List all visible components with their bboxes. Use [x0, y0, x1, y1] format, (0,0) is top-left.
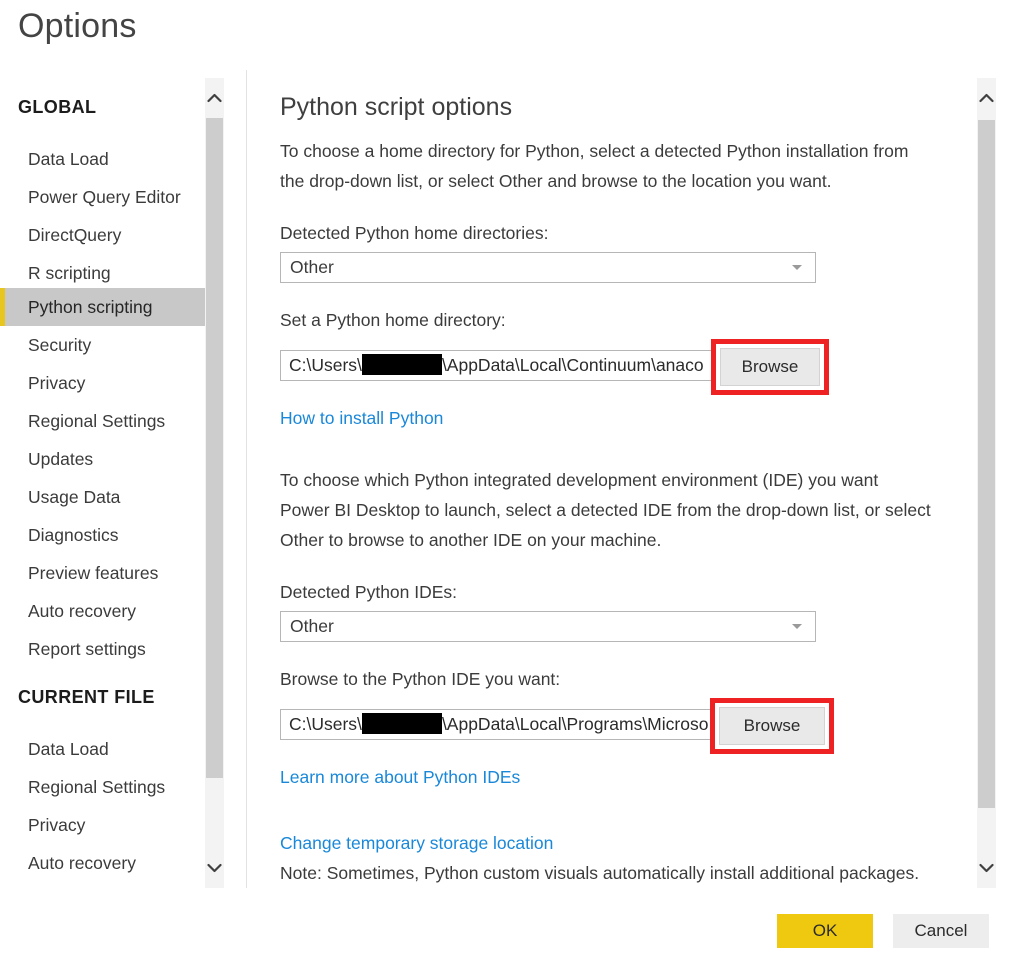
chevron-down-icon	[792, 265, 802, 270]
detected-home-directories-label: Detected Python home directories:	[280, 220, 962, 246]
sidebar-item-updates[interactable]: Updates	[0, 440, 205, 478]
home-directory-input[interactable]: C:\Users\ \AppData\Local\Continuum\anaco	[280, 350, 720, 381]
ok-button[interactable]: OK	[777, 914, 873, 948]
section-spacer	[262, 790, 962, 812]
browse-ide-button[interactable]: Browse	[719, 707, 825, 745]
browse-python-ide-label: Browse to the Python IDE you want:	[280, 666, 962, 692]
sidebar-item-preview-features[interactable]: Preview features	[0, 554, 205, 592]
temporary-storage-note: Note: Sometimes, Python custom visuals a…	[280, 858, 932, 888]
sidebar-group-header-current-file: CURRENT FILE	[0, 687, 155, 708]
sidebar-item-cf-auto-recovery[interactable]: Auto recovery	[0, 844, 205, 882]
sidebar-item-regional-settings[interactable]: Regional Settings	[0, 402, 205, 440]
sidebar-group-header-global: GLOBAL	[0, 97, 96, 118]
sidebar-item-power-query-editor[interactable]: Power Query Editor	[0, 178, 205, 216]
ide-path-prefix: C:\Users\	[289, 714, 362, 734]
change-temporary-storage-location-link[interactable]: Change temporary storage location	[280, 830, 553, 856]
sidebar-item-python-scripting[interactable]: Python scripting	[0, 288, 205, 326]
sidebar-scrollbar[interactable]	[205, 78, 224, 888]
ide-path-suffix: \AppData\Local\Programs\Microso	[442, 714, 709, 734]
browse-home-highlight-box: Browse	[711, 339, 829, 395]
sidebar-item-diagnostics[interactable]: Diagnostics	[0, 516, 205, 554]
chevron-down-icon[interactable]	[205, 848, 224, 888]
home-path-prefix: C:\Users\	[289, 355, 362, 375]
sidebar-item-directquery[interactable]: DirectQuery	[0, 216, 205, 254]
redaction-box	[362, 354, 442, 375]
content-title: Python script options	[280, 90, 962, 124]
browse-home-button[interactable]: Browse	[720, 348, 820, 386]
detected-python-ides-value: Other	[290, 612, 334, 641]
chevron-up-icon[interactable]	[205, 78, 224, 118]
sidebar-item-cf-data-load[interactable]: Data Load	[0, 730, 205, 768]
sidebar-item-data-load[interactable]: Data Load	[0, 140, 205, 178]
sidebar-divider	[246, 70, 247, 888]
dialog-footer: OK Cancel	[0, 888, 1024, 955]
cancel-button[interactable]: Cancel	[893, 914, 989, 948]
home-directory-description: To choose a home directory for Python, s…	[280, 136, 932, 196]
sidebar-item-cf-regional-settings[interactable]: Regional Settings	[0, 768, 205, 806]
chevron-up-icon[interactable]	[977, 78, 996, 118]
chevron-down-icon	[792, 624, 802, 629]
ide-path-input[interactable]: C:\Users\ \AppData\Local\Programs\Microso	[280, 709, 720, 740]
redaction-box	[362, 713, 442, 734]
detected-python-ides-label: Detected Python IDEs:	[280, 579, 962, 605]
sidebar-item-cf-privacy[interactable]: Privacy	[0, 806, 205, 844]
sidebar-item-security[interactable]: Security	[0, 326, 205, 364]
page-title: Options	[18, 4, 137, 48]
learn-more-python-ides-link[interactable]: Learn more about Python IDEs	[280, 764, 520, 790]
chevron-down-icon[interactable]	[977, 848, 996, 888]
sidebar-item-report-settings[interactable]: Report settings	[0, 630, 205, 668]
ide-description: To choose which Python integrated develo…	[280, 465, 932, 555]
sidebar-item-usage-data[interactable]: Usage Data	[0, 478, 205, 516]
detected-home-directories-value: Other	[290, 253, 334, 282]
sidebar: GLOBAL Data Load Power Query Editor Dire…	[0, 70, 205, 888]
home-directory-path-row: C:\Users\\AppData\Local\Continuum\anaco …	[280, 339, 940, 393]
browse-ide-highlight-box: Browse	[710, 698, 834, 754]
sidebar-scrollbar-thumb[interactable]	[206, 118, 223, 778]
content-scrollbar-thumb[interactable]	[978, 120, 995, 808]
content-panel: Python script options To choose a home d…	[262, 78, 962, 888]
content-scrollbar[interactable]	[977, 78, 996, 888]
how-to-install-python-link[interactable]: How to install Python	[280, 405, 443, 431]
sidebar-item-auto-recovery[interactable]: Auto recovery	[0, 592, 205, 630]
set-home-directory-label: Set a Python home directory:	[280, 307, 962, 333]
sidebar-item-r-scripting[interactable]: R scripting	[0, 254, 205, 292]
detected-home-directories-dropdown[interactable]: Other	[280, 252, 816, 283]
ide-path-row: C:\Users\ \AppData\Local\Programs\Microso…	[280, 698, 940, 752]
section-spacer	[262, 431, 962, 453]
detected-python-ides-dropdown[interactable]: Other	[280, 611, 816, 642]
home-path-suffix: \AppData\Local\Continuum\anaco	[442, 355, 704, 375]
sidebar-item-privacy[interactable]: Privacy	[0, 364, 205, 402]
